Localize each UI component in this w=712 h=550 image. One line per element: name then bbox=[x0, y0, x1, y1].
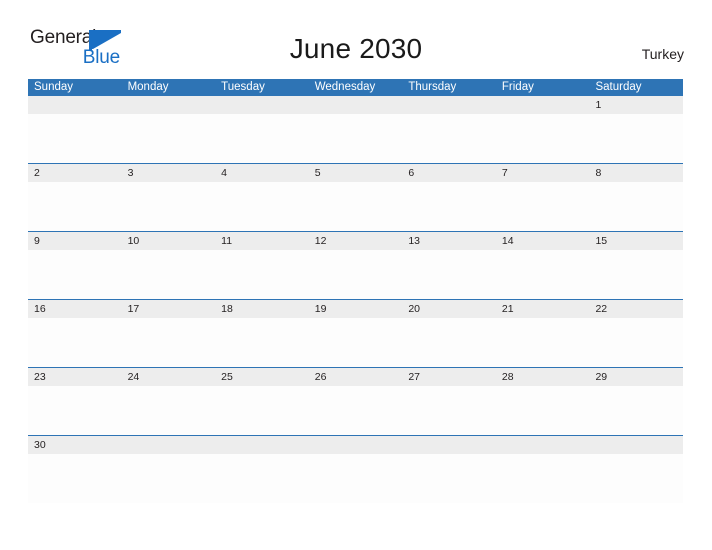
weekday-header-thursday: Thursday bbox=[408, 81, 457, 93]
day-cell[interactable] bbox=[402, 436, 496, 454]
day-cell[interactable] bbox=[309, 96, 403, 114]
week-row: 30 bbox=[28, 435, 683, 503]
page-title: June 2030 bbox=[289, 33, 423, 64]
day-cell[interactable]: 12 bbox=[309, 232, 403, 250]
day-cell[interactable] bbox=[309, 436, 403, 454]
day-cell[interactable] bbox=[215, 96, 309, 114]
day-cell[interactable]: 13 bbox=[402, 232, 496, 250]
day-cell[interactable]: 3 bbox=[122, 164, 216, 182]
day-cell[interactable]: 18 bbox=[215, 300, 309, 318]
weekday-header-friday: Friday bbox=[501, 81, 534, 93]
day-cell[interactable]: 24 bbox=[122, 368, 216, 386]
day-cell[interactable] bbox=[589, 436, 683, 454]
week-daynumber-strip: 2 3 4 5 6 7 8 bbox=[28, 164, 683, 182]
day-cell[interactable]: 8 bbox=[589, 164, 683, 182]
day-cell[interactable]: 16 bbox=[28, 300, 122, 318]
day-cell[interactable] bbox=[122, 436, 216, 454]
day-cell[interactable] bbox=[496, 96, 590, 114]
weekday-header-wednesday: Wednesday bbox=[314, 81, 376, 93]
week-daynumber-strip: 16 17 18 19 20 21 22 bbox=[28, 300, 683, 318]
day-cell[interactable] bbox=[496, 436, 590, 454]
week-daynumber-strip: 9 10 11 12 13 14 15 bbox=[28, 232, 683, 250]
calendar-grid: Sunday Monday Tuesday Wednesday Thursday… bbox=[28, 79, 683, 503]
day-cell[interactable]: 27 bbox=[402, 368, 496, 386]
day-cell[interactable]: 28 bbox=[496, 368, 590, 386]
day-cell[interactable]: 30 bbox=[28, 436, 122, 454]
weekday-header-sunday: Sunday bbox=[34, 81, 74, 93]
country-label: Turkey bbox=[641, 46, 684, 62]
day-cell[interactable]: 26 bbox=[309, 368, 403, 386]
week-daynumber-strip: 1 bbox=[28, 96, 683, 114]
day-cell[interactable]: 17 bbox=[122, 300, 216, 318]
weekday-header-tuesday: Tuesday bbox=[221, 81, 265, 93]
day-cell[interactable]: 23 bbox=[28, 368, 122, 386]
page-header: General Blue June 2030 Turkey bbox=[0, 0, 712, 79]
day-cell[interactable]: 6 bbox=[402, 164, 496, 182]
day-cell[interactable]: 19 bbox=[309, 300, 403, 318]
day-cell[interactable] bbox=[28, 96, 122, 114]
week-row: 9 10 11 12 13 14 15 bbox=[28, 231, 683, 299]
week-row: 23 24 25 26 27 28 29 bbox=[28, 367, 683, 435]
day-cell[interactable]: 15 bbox=[589, 232, 683, 250]
day-cell[interactable]: 14 bbox=[496, 232, 590, 250]
week-daynumber-strip: 23 24 25 26 27 28 29 bbox=[28, 368, 683, 386]
day-cell[interactable]: 5 bbox=[309, 164, 403, 182]
day-cell[interactable]: 29 bbox=[589, 368, 683, 386]
day-cell[interactable]: 10 bbox=[122, 232, 216, 250]
day-cell[interactable]: 4 bbox=[215, 164, 309, 182]
day-cell[interactable]: 11 bbox=[215, 232, 309, 250]
weekday-header-saturday: Saturday bbox=[595, 81, 642, 93]
week-row: 2 3 4 5 6 7 8 bbox=[28, 163, 683, 231]
day-cell[interactable]: 9 bbox=[28, 232, 122, 250]
day-cell[interactable]: 2 bbox=[28, 164, 122, 182]
week-row: 16 17 18 19 20 21 22 bbox=[28, 299, 683, 367]
day-cell[interactable]: 22 bbox=[589, 300, 683, 318]
day-cell[interactable] bbox=[402, 96, 496, 114]
weekday-header-monday: Monday bbox=[127, 81, 169, 93]
day-cell[interactable]: 1 bbox=[589, 96, 683, 114]
weekday-header-row: Sunday Monday Tuesday Wednesday Thursday… bbox=[28, 79, 683, 96]
week-daynumber-strip: 30 bbox=[28, 436, 683, 454]
day-cell[interactable]: 25 bbox=[215, 368, 309, 386]
day-cell[interactable] bbox=[215, 436, 309, 454]
day-cell[interactable] bbox=[122, 96, 216, 114]
day-cell[interactable]: 7 bbox=[496, 164, 590, 182]
week-row: 1 bbox=[28, 96, 683, 163]
day-cell[interactable]: 20 bbox=[402, 300, 496, 318]
day-cell[interactable]: 21 bbox=[496, 300, 590, 318]
